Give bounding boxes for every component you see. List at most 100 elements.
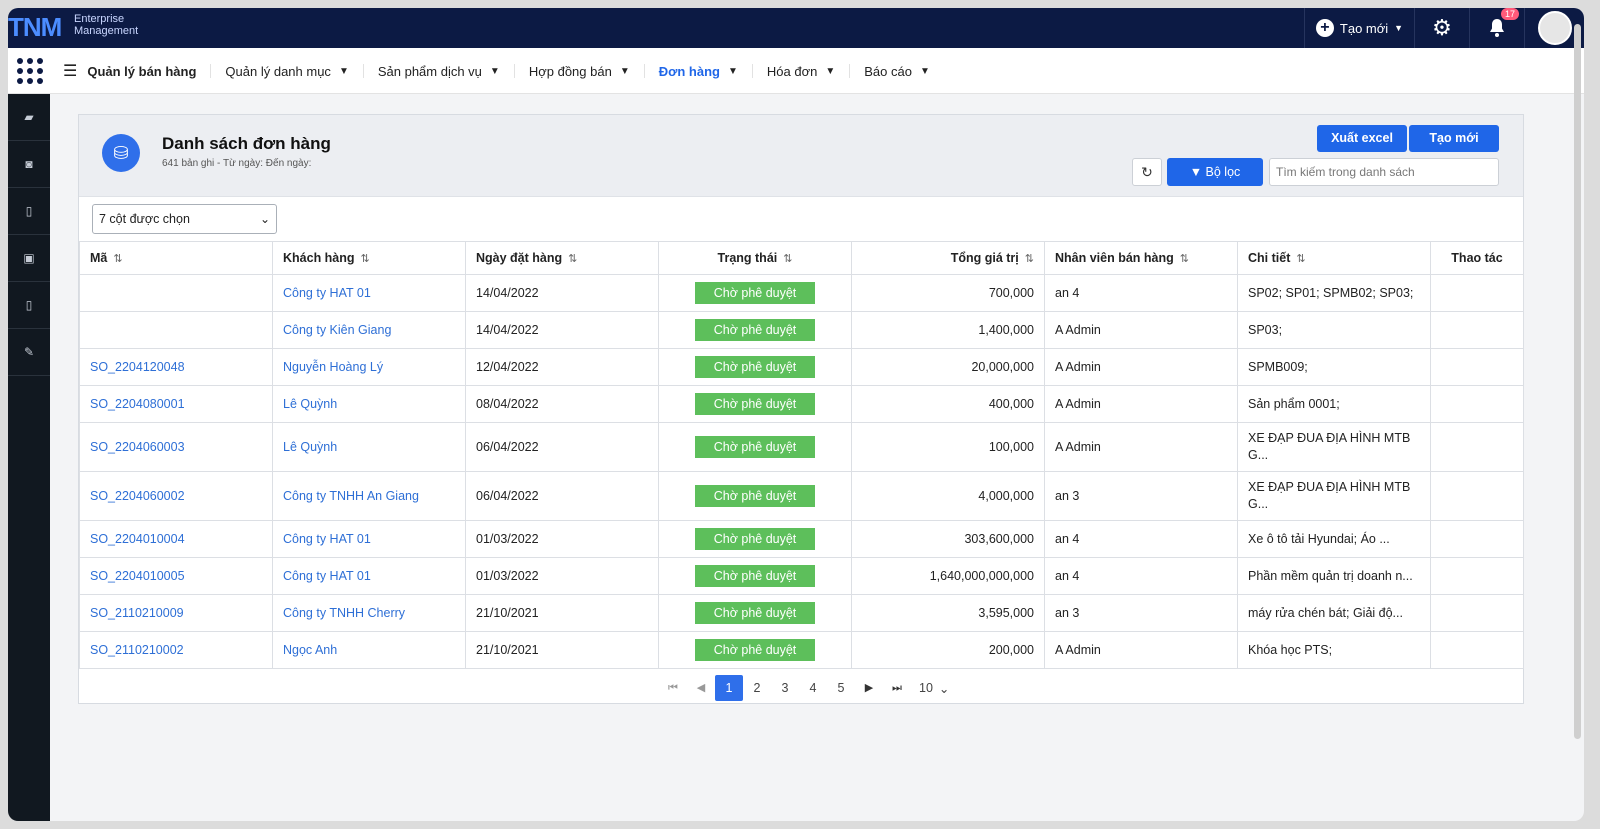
hamburger-icon[interactable]: ☰: [63, 61, 77, 81]
actions-cell[interactable]: [1430, 471, 1524, 521]
create-order-button[interactable]: Tạo mới: [1409, 125, 1499, 152]
column-header-order-date[interactable]: Ngày đặt hàng ⇅: [465, 241, 659, 275]
table-row[interactable]: Công ty HAT 01 14/04/2022 Chờ phê duyệt 700…: [79, 274, 1524, 312]
table-row[interactable]: SO_2204060002 Công ty TNHH An Giang 06/04/…: [79, 471, 1524, 521]
next-page-button[interactable]: ▶: [855, 675, 883, 701]
sort-icon[interactable]: ⇅: [361, 253, 370, 265]
customer-link[interactable]: Công ty TNHH Cherry: [272, 594, 466, 632]
prev-page-button[interactable]: ◀: [687, 675, 715, 701]
status-cell: Chờ phê duyệt: [658, 631, 852, 669]
notifications-button[interactable]: 17: [1469, 8, 1524, 48]
nav-item-catalog[interactable]: Quản lý danh mục ▼: [210, 64, 362, 79]
customer-link[interactable]: Công ty Kiên Giang: [272, 311, 466, 349]
page-button-5[interactable]: 5: [827, 675, 855, 701]
column-header-customer[interactable]: Khách hàng ⇅: [272, 241, 466, 275]
actions-cell[interactable]: [1430, 520, 1524, 558]
sidebar-item-file[interactable]: ▯: [8, 282, 50, 329]
detail-cell: SP03;: [1237, 311, 1431, 349]
sidebar-item-money-document[interactable]: ▣: [8, 235, 50, 282]
actions-cell[interactable]: [1430, 274, 1524, 312]
actions-cell[interactable]: [1430, 631, 1524, 669]
nav-item-sales-contracts[interactable]: Hợp đồng bán ▼: [513, 64, 644, 79]
order-code-link[interactable]: [79, 311, 273, 349]
filter-button[interactable]: ▼ Bộ lọc: [1167, 158, 1263, 186]
table-row[interactable]: SO_2110210009 Công ty TNHH Cherry 21/10/20…: [79, 594, 1524, 632]
sort-icon[interactable]: ⇅: [1296, 253, 1305, 265]
status-cell: Chờ phê duyệt: [658, 557, 852, 595]
column-header-detail[interactable]: Chi tiết ⇅: [1237, 241, 1431, 275]
page-size-select[interactable]: 10 ⌄: [919, 681, 949, 696]
table-row[interactable]: SO_2110210002 Ngọc Anh 21/10/2021 Chờ phê d…: [79, 631, 1524, 669]
column-header-status[interactable]: Trạng thái ⇅: [658, 241, 852, 275]
customer-link[interactable]: Công ty TNHH An Giang: [272, 471, 466, 521]
nav-item-products-services[interactable]: Sản phẩm dịch vụ ▼: [362, 64, 514, 79]
actions-cell[interactable]: [1430, 422, 1524, 472]
customer-link[interactable]: Ngọc Anh: [272, 631, 466, 669]
export-excel-button[interactable]: Xuất excel: [1317, 125, 1407, 152]
sales-staff-cell: an 3: [1044, 471, 1238, 521]
actions-cell[interactable]: [1430, 594, 1524, 632]
actions-cell[interactable]: [1430, 311, 1524, 349]
sidebar-item-edit[interactable]: ✎: [8, 329, 50, 376]
table-row[interactable]: SO_2204010004 Công ty HAT 01 01/03/2022 Chờ…: [79, 520, 1524, 558]
sort-icon[interactable]: ⇅: [568, 253, 577, 265]
actions-cell[interactable]: [1430, 385, 1524, 423]
sort-icon[interactable]: ⇅: [783, 253, 792, 265]
settings-button[interactable]: ⚙: [1414, 8, 1469, 48]
customer-link[interactable]: Lê Quỳnh: [272, 385, 466, 423]
column-select[interactable]: 7 cột được chọn ⌄: [92, 204, 277, 234]
order-code-link[interactable]: [79, 274, 273, 312]
nav-item-reports[interactable]: Báo cáo ▼: [849, 64, 944, 79]
actions-cell[interactable]: [1430, 557, 1524, 595]
customer-link[interactable]: Công ty HAT 01: [272, 274, 466, 312]
order-code-link[interactable]: SO_2204120048: [79, 348, 273, 386]
search-input[interactable]: [1269, 158, 1499, 186]
caret-down-icon: ▼: [919, 65, 930, 77]
customer-link[interactable]: Công ty HAT 01: [272, 557, 466, 595]
logo[interactable]: TNM: [8, 12, 62, 43]
nav-item-orders[interactable]: Đơn hàng ▼: [643, 64, 752, 79]
vertical-scrollbar[interactable]: [1574, 24, 1581, 739]
page-button-4[interactable]: 4: [799, 675, 827, 701]
module-title[interactable]: ☰ Quản lý bán hàng: [63, 61, 210, 81]
sidebar-item-document[interactable]: ▯: [8, 188, 50, 235]
table-row[interactable]: SO_2204120048 Nguyễn Hoàng Lý 12/04/2022 Ch…: [79, 348, 1524, 386]
first-page-button[interactable]: ⏮: [659, 675, 687, 701]
refresh-button[interactable]: ↻: [1132, 158, 1162, 186]
page-button-2[interactable]: 2: [743, 675, 771, 701]
sort-icon[interactable]: ⇅: [113, 253, 122, 265]
order-code-link[interactable]: SO_2204060002: [79, 471, 273, 521]
order-code-link[interactable]: SO_2204080001: [79, 385, 273, 423]
column-header-total[interactable]: Tổng giá trị ⇅: [851, 241, 1045, 275]
order-code-link[interactable]: SO_2204010004: [79, 520, 273, 558]
order-code-link[interactable]: SO_2204010005: [79, 557, 273, 595]
column-header-code[interactable]: Mã ⇅: [79, 241, 273, 275]
page-button-3[interactable]: 3: [771, 675, 799, 701]
customer-link[interactable]: Nguyễn Hoàng Lý: [272, 348, 466, 386]
status-badge: Chờ phê duyệt: [695, 528, 815, 550]
sidebar-item-book[interactable]: ▰: [8, 94, 50, 141]
last-page-button[interactable]: ⏭: [883, 675, 911, 701]
sort-icon[interactable]: ⇅: [1180, 253, 1189, 265]
sales-staff-cell: A Admin: [1044, 422, 1238, 472]
sort-icon[interactable]: ⇅: [1025, 253, 1034, 265]
table-row[interactable]: SO_2204080001 Lê Quỳnh 08/04/2022 Chờ phê d…: [79, 385, 1524, 423]
column-header-sales-staff[interactable]: Nhân viên bán hàng ⇅: [1044, 241, 1238, 275]
order-code-link[interactable]: SO_2204060003: [79, 422, 273, 472]
table-row[interactable]: Công ty Kiên Giang 14/04/2022 Chờ phê duyệ…: [79, 311, 1524, 349]
app-launcher-grid-icon[interactable]: [8, 48, 50, 94]
order-code-link[interactable]: SO_2110210002: [79, 631, 273, 669]
nav-item-invoices[interactable]: Hóa đơn ▼: [751, 64, 849, 79]
create-new-menu[interactable]: + Tạo mới ▼: [1304, 8, 1414, 48]
customer-link[interactable]: Lê Quỳnh: [272, 422, 466, 472]
sidebar-item-binoculars[interactable]: ◙: [8, 141, 50, 188]
table-row[interactable]: SO_2204010005 Công ty HAT 01 01/03/2022 Chờ…: [79, 557, 1524, 595]
customer-link[interactable]: Công ty HAT 01: [272, 520, 466, 558]
actions-cell[interactable]: [1430, 348, 1524, 386]
status-cell: Chờ phê duyệt: [658, 274, 852, 312]
status-cell: Chờ phê duyệt: [658, 385, 852, 423]
order-code-link[interactable]: SO_2110210009: [79, 594, 273, 632]
table-row[interactable]: SO_2204060003 Lê Quỳnh 06/04/2022 Chờ phê d…: [79, 422, 1524, 472]
status-badge: Chờ phê duyệt: [695, 602, 815, 624]
page-button-1[interactable]: 1: [715, 675, 743, 701]
